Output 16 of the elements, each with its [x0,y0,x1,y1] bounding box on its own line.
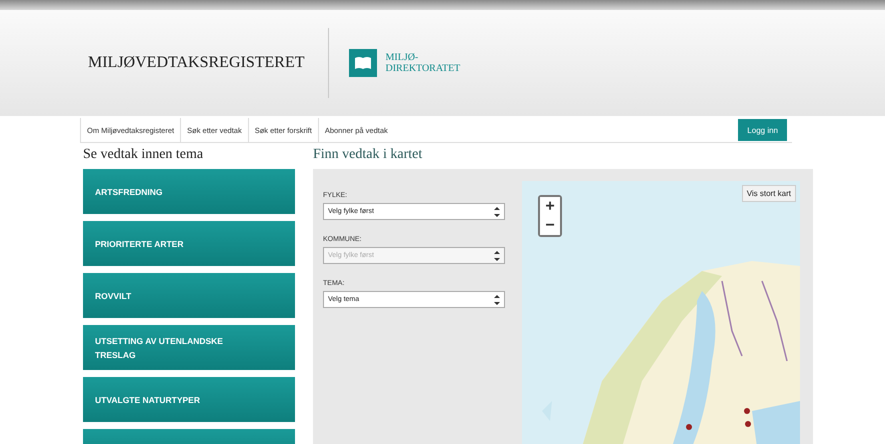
logo-text: MILJØ- [385,52,420,63]
section-heading: Finn vedtak i kartet [313,147,424,163]
theme-tile[interactable]: ROVVILT [83,273,295,318]
site-title[interactable]: MILJØVEDTAKSREGISTERET [88,54,304,72]
theme-tile[interactable]: ARTSFREDNING [83,169,295,214]
section-heading: Se vedtak innen tema [83,147,204,163]
book-logo-icon [349,49,378,77]
logo-text: DIREKTORATET [385,63,460,74]
theme-tile[interactable]: PRIORITERTE ARTER [83,221,295,266]
theme-tile[interactable]: UTSETTING AV UTENLANDSKE TRESLAG [83,325,295,370]
large-map-button[interactable]: Vis stort kart [742,185,796,202]
up-down-arrows-icon [494,206,500,216]
login-button[interactable]: Logg inn [738,119,787,141]
theme-tile[interactable]: UTVALGTE NATURTYPER [83,377,295,422]
up-down-arrows-icon [494,294,500,304]
up-down-arrows-icon [494,250,500,260]
